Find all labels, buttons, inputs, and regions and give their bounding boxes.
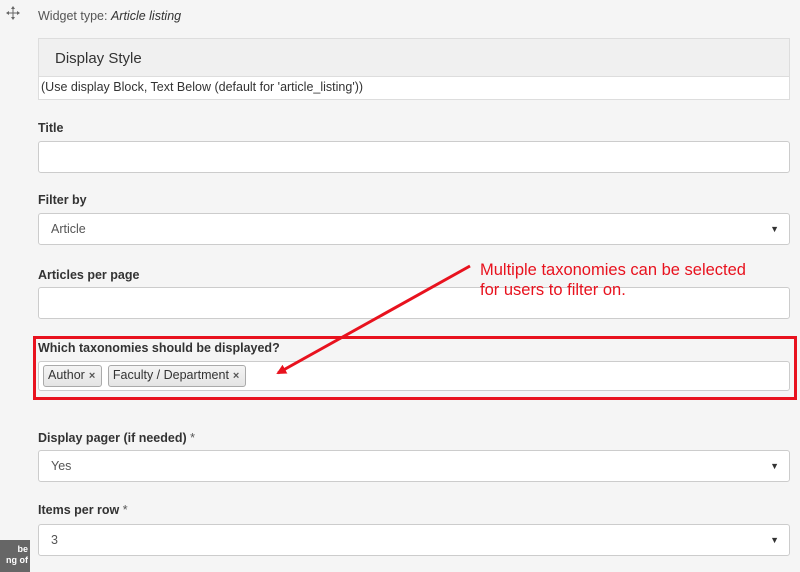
articles-per-page-label: Articles per page <box>38 268 140 282</box>
taxonomies-multiselect[interactable]: Author × Faculty / Department × <box>38 361 790 391</box>
title-input[interactable] <box>38 141 790 173</box>
required-marker: * <box>190 431 196 445</box>
annotation-line-2: for users to filter on. <box>480 281 626 299</box>
filter-by-label: Filter by <box>38 193 87 207</box>
tag-remove-icon[interactable]: × <box>233 370 239 382</box>
display-pager-value: Yes <box>51 459 72 473</box>
items-per-row-value: 3 <box>51 533 58 547</box>
annotation-text: Multiple taxonomies can be selected for … <box>480 260 746 300</box>
caret-down-icon: ▼ <box>770 224 779 234</box>
widget-type-label: Widget type: Article listing <box>38 9 181 23</box>
taxonomy-tag-faculty-department: Faculty / Department × <box>107 365 247 387</box>
display-style-description: (Use display Block, Text Below (default … <box>39 76 789 99</box>
items-per-row-select[interactable]: 3 ▼ <box>38 524 790 556</box>
title-label: Title <box>38 121 64 135</box>
required-marker: * <box>122 503 128 517</box>
annotation-line-1: Multiple taxonomies can be selected <box>480 261 746 279</box>
items-per-row-label: Items per row * <box>38 503 128 517</box>
widget-type-prefix: Widget type: <box>38 9 111 23</box>
filter-by-value: Article <box>51 222 86 236</box>
widget-type-name: Article listing <box>110 9 182 23</box>
taxonomies-label: Which taxonomies should be displayed? <box>38 341 280 355</box>
taxonomy-tag-author: Author × <box>43 365 103 387</box>
tag-label: Author <box>48 368 85 382</box>
tag-label: Faculty / Department <box>112 368 229 382</box>
display-pager-label: Display pager (if needed) * <box>38 431 195 445</box>
display-style-title[interactable]: Display Style <box>55 50 142 67</box>
tooltip-line-1: be <box>17 544 28 554</box>
caret-down-icon: ▼ <box>770 535 779 545</box>
display-pager-label-text: Display pager (if needed) <box>38 431 187 445</box>
tooltip-line-2: ng of <box>6 555 28 565</box>
display-pager-select[interactable]: Yes ▼ <box>38 450 790 482</box>
sidebar-tooltip: be ng of <box>0 540 30 572</box>
display-style-panel[interactable]: Display Style (Use display Block, Text B… <box>38 38 790 100</box>
caret-down-icon: ▼ <box>770 461 779 471</box>
filter-by-select[interactable]: Article ▼ <box>38 213 790 245</box>
drag-handle-icon[interactable] <box>6 6 20 20</box>
tag-remove-icon[interactable]: × <box>89 370 95 382</box>
items-per-row-label-text: Items per row <box>38 503 120 517</box>
